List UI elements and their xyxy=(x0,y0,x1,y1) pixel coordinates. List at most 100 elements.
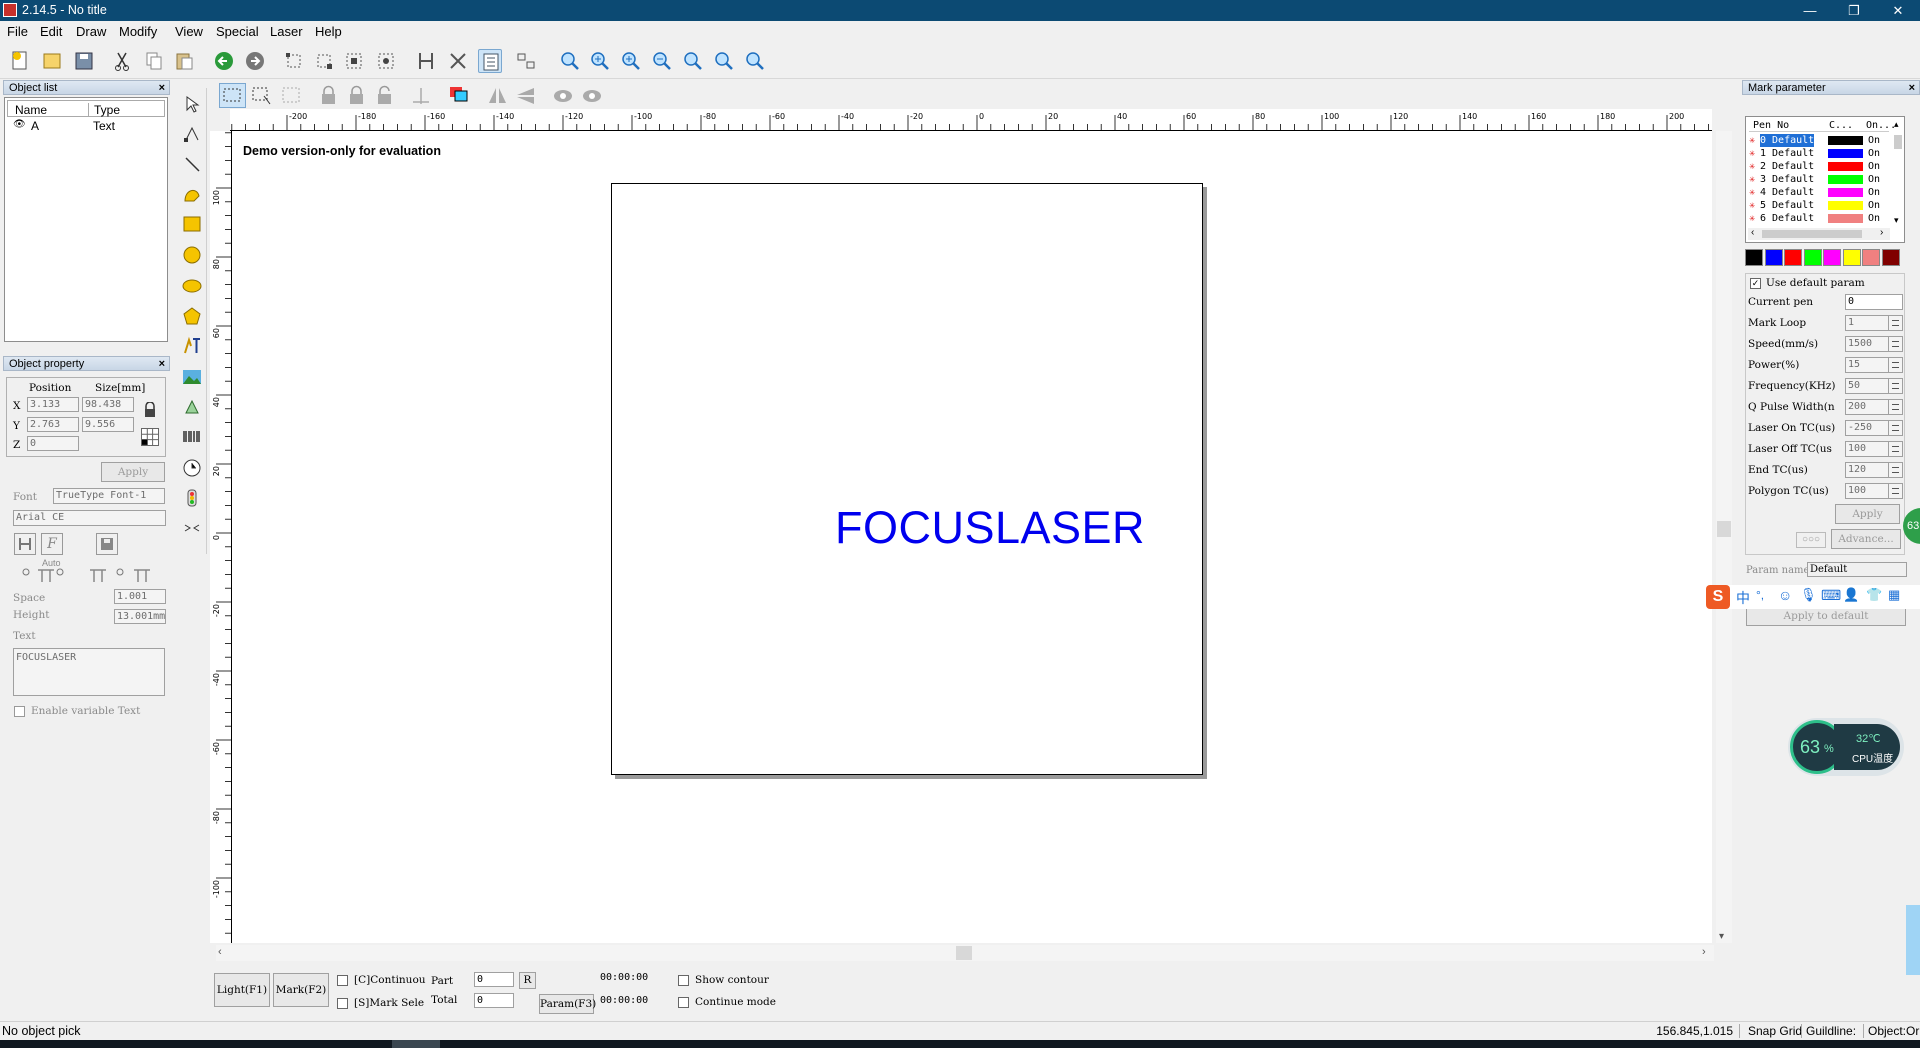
object-status[interactable]: Object:Or xyxy=(1868,1024,1920,1038)
side-badge[interactable]: 63 xyxy=(1903,508,1920,544)
barcode-icon[interactable] xyxy=(182,428,202,448)
ellipse-icon[interactable] xyxy=(182,276,202,296)
pen-on-state[interactable]: On xyxy=(1868,186,1880,199)
spinner-icon[interactable] xyxy=(1888,421,1902,435)
horizontal-scroll-thumb[interactable] xyxy=(956,946,972,960)
zoom-selected-icon[interactable] xyxy=(712,49,736,73)
ime-logo-icon[interactable]: S xyxy=(1706,585,1730,609)
pen-color-swatch[interactable] xyxy=(1828,188,1863,197)
grid-select-icon[interactable] xyxy=(279,84,304,107)
ime-chinese-mode[interactable]: 中 xyxy=(1736,588,1750,608)
pen-color-swatch[interactable] xyxy=(1828,149,1863,158)
x-size-field[interactable]: 98.438 xyxy=(82,397,134,412)
curve-edit-icon[interactable] xyxy=(182,124,202,144)
redo-icon[interactable] xyxy=(243,49,267,73)
param-name-field[interactable]: Default xyxy=(1807,562,1907,577)
copy-icon[interactable] xyxy=(142,49,166,73)
param-field[interactable]: 120 xyxy=(1845,462,1903,478)
italic-icon[interactable]: F xyxy=(41,533,63,555)
pen-row[interactable]: ✳ 6 Default On xyxy=(1748,212,1890,225)
pen-scroll-thumb[interactable] xyxy=(1894,135,1902,149)
select-range-icon[interactable] xyxy=(250,84,275,107)
unlock-all-icon[interactable] xyxy=(372,84,397,107)
part-field[interactable]: 0 xyxy=(474,972,514,987)
scroll-up-icon[interactable]: ▴ xyxy=(1894,119,1899,130)
show-all-icon[interactable] xyxy=(580,84,605,107)
show-contour-checkbox[interactable] xyxy=(678,975,689,986)
color-column[interactable]: C... xyxy=(1829,119,1853,132)
param-field[interactable]: 15 xyxy=(1845,357,1903,373)
minimize-icon[interactable]: — xyxy=(1788,0,1832,21)
param-field[interactable]: 100 xyxy=(1845,483,1903,499)
rectangle-icon[interactable] xyxy=(182,214,202,234)
lock-object-icon[interactable] xyxy=(316,84,341,107)
menu-special[interactable]: Special xyxy=(216,24,259,39)
menu-laser[interactable]: Laser xyxy=(270,24,303,39)
y-position-field[interactable]: 2.763 xyxy=(27,417,79,432)
drawing-canvas[interactable]: Demo version-only for evaluation FOCUSLA… xyxy=(232,131,1732,943)
zoom-out-icon[interactable] xyxy=(650,49,674,73)
paste-icon[interactable] xyxy=(172,49,196,73)
palette-color[interactable] xyxy=(1803,249,1822,266)
anchor-grid-icon[interactable] xyxy=(141,428,159,446)
param-field[interactable]: 1500 xyxy=(1845,336,1903,352)
spinner-icon[interactable] xyxy=(1888,358,1902,372)
polygon-icon[interactable] xyxy=(182,306,202,326)
palette-color[interactable] xyxy=(1881,249,1900,266)
pen-row[interactable]: ✳ 3 Default On xyxy=(1748,173,1890,186)
menu-view[interactable]: View xyxy=(175,24,203,39)
grid-menu-icon[interactable]: ▦ xyxy=(1888,587,1900,603)
snap-grid-status[interactable]: Snap Grid xyxy=(1748,1024,1802,1038)
font-dialog-icon[interactable] xyxy=(14,533,36,555)
mark-button[interactable]: Mark(F2) xyxy=(273,973,329,1007)
palette-color[interactable] xyxy=(1764,249,1783,266)
alignment-options[interactable] xyxy=(18,566,168,584)
close-icon[interactable]: × xyxy=(159,81,165,96)
horizontal-scrollbar[interactable]: ‹ › xyxy=(216,945,1714,961)
pen-color-swatch[interactable] xyxy=(1828,136,1863,145)
curve-icon[interactable] xyxy=(182,184,202,204)
menu-draw[interactable]: Draw xyxy=(76,24,106,39)
zoom-in-icon[interactable] xyxy=(588,49,612,73)
pen-color-swatch[interactable] xyxy=(1828,162,1863,171)
pen-row[interactable]: ✳ 4 Default On xyxy=(1748,186,1890,199)
microphone-icon[interactable]: 🎙 xyxy=(1800,587,1817,603)
unlock-object-icon[interactable] xyxy=(344,84,369,107)
param-field[interactable]: -250 xyxy=(1845,420,1903,436)
scroll-down-icon[interactable]: ▾ xyxy=(1719,931,1724,942)
cpu-widget[interactable]: 63 % 32℃ CPU温度 xyxy=(1788,718,1904,776)
ungroup-icon[interactable] xyxy=(374,49,398,73)
zoom-pan-icon[interactable] xyxy=(558,49,582,73)
pen-color-swatch[interactable] xyxy=(1828,201,1863,210)
use-default-checkbox[interactable]: ✓ xyxy=(1750,278,1761,289)
pen-on-state[interactable]: On xyxy=(1868,173,1880,186)
mirror-horizontal-icon[interactable] xyxy=(485,84,510,107)
pen-on-state[interactable]: On xyxy=(1868,212,1880,225)
advance-button[interactable]: Advance... xyxy=(1831,529,1901,549)
scroll-left-icon[interactable]: ‹ xyxy=(218,946,222,958)
palette-color[interactable] xyxy=(1842,249,1861,266)
pen-row[interactable]: ✳ 5 Default On xyxy=(1748,199,1890,212)
spinner-icon[interactable] xyxy=(1888,379,1902,393)
pen-on-state[interactable]: On xyxy=(1868,147,1880,160)
spinner-icon[interactable] xyxy=(1888,463,1902,477)
skin-icon[interactable]: 👕 xyxy=(1866,587,1882,603)
arrange-icon[interactable] xyxy=(514,49,538,73)
pen-on-state[interactable]: On xyxy=(1868,199,1880,212)
param-button[interactable]: Param(F3) xyxy=(539,994,596,1014)
palette-color[interactable] xyxy=(1745,249,1763,266)
menu-edit[interactable]: Edit xyxy=(40,24,62,39)
menu-file[interactable]: File xyxy=(7,24,28,39)
pen-hscroll-thumb[interactable] xyxy=(1762,230,1862,238)
text-tool-icon[interactable] xyxy=(182,336,202,356)
mirror-vertical-icon[interactable] xyxy=(513,84,538,107)
apply-button[interactable]: Apply xyxy=(101,462,165,482)
palette-color[interactable] xyxy=(1784,249,1802,266)
close-icon[interactable]: × xyxy=(1909,81,1915,96)
zoom-page-icon[interactable] xyxy=(743,49,767,73)
side-edge-widget[interactable] xyxy=(1906,905,1920,975)
laser-text-object[interactable]: FOCUSLASER xyxy=(812,504,1168,552)
lock-icon[interactable] xyxy=(143,401,157,418)
pen-color-swatch[interactable] xyxy=(1828,175,1863,184)
param-field[interactable]: 1 xyxy=(1845,315,1903,331)
